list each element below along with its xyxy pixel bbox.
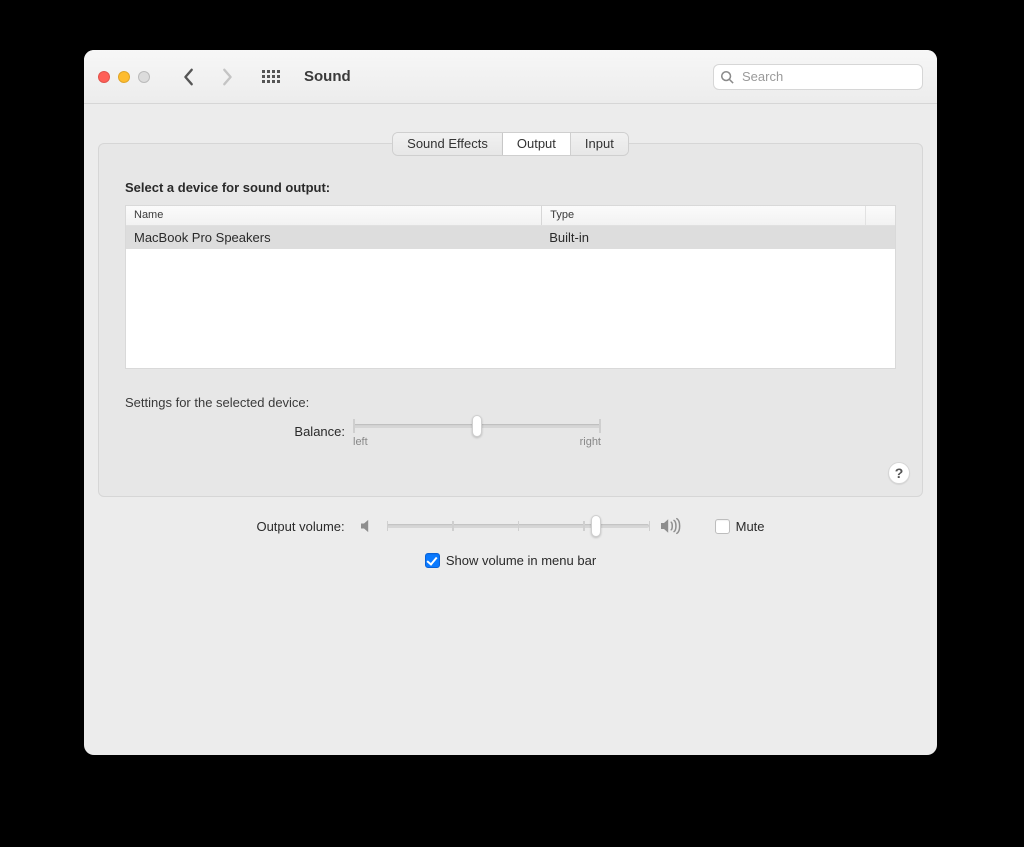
tab-group: Sound Effects Output Input [392, 132, 629, 156]
device-table-body: MacBook Pro Speakers Built-in [126, 226, 895, 368]
balance-left-label: left [353, 436, 368, 448]
chevron-right-icon [220, 68, 234, 86]
show-volume-menubar-checkbox[interactable] [425, 553, 440, 568]
balance-right-label: right [580, 436, 601, 448]
show-volume-menubar-label: Show volume in menu bar [446, 553, 596, 568]
window-zoom-button[interactable] [138, 71, 150, 83]
titlebar: Sound [84, 50, 937, 104]
window-close-button[interactable] [98, 71, 110, 83]
tab-input[interactable]: Input [571, 133, 628, 155]
output-volume-label: Output volume: [256, 519, 344, 534]
volume-max-icon [659, 517, 683, 535]
search-icon [720, 70, 734, 84]
device-table: Name Type MacBook Pro Speakers Built-in [125, 205, 896, 369]
mute-checkbox[interactable] [715, 519, 730, 534]
chevron-left-icon [182, 68, 196, 86]
output-panel: Select a device for sound output: Name T… [98, 143, 923, 497]
mute-label: Mute [736, 519, 765, 534]
nav-back-button[interactable] [176, 63, 202, 91]
output-volume-thumb[interactable] [591, 515, 601, 537]
window-title: Sound [304, 68, 351, 85]
mute-checkbox-wrap[interactable]: Mute [715, 519, 765, 534]
nav-forward-button[interactable] [214, 63, 240, 91]
select-device-heading: Select a device for sound output: [125, 180, 896, 195]
bottom-strip: Output volume: [98, 497, 923, 568]
device-row-type: Built-in [541, 229, 895, 246]
window-controls [98, 71, 150, 83]
column-header-type[interactable]: Type [541, 206, 865, 225]
help-button[interactable]: ? [888, 462, 910, 484]
output-volume-slider[interactable] [387, 524, 649, 528]
sound-preferences-window: Sound Sound Effects Output Input Select … [84, 50, 937, 755]
balance-slider-thumb[interactable] [472, 415, 482, 437]
content-area: Sound Effects Output Input Select a devi… [84, 104, 937, 755]
window-minimize-button[interactable] [118, 71, 130, 83]
tab-output[interactable]: Output [503, 133, 571, 155]
show-volume-menubar-wrap[interactable]: Show volume in menu bar [425, 553, 596, 568]
volume-min-icon [359, 518, 377, 534]
device-row-name: MacBook Pro Speakers [126, 229, 541, 246]
search-input[interactable] [713, 64, 923, 90]
tab-sound-effects[interactable]: Sound Effects [393, 133, 503, 155]
balance-label: Balance: [125, 424, 353, 439]
column-header-spacer [865, 206, 895, 225]
column-header-name[interactable]: Name [126, 206, 541, 225]
balance-slider[interactable] [353, 424, 601, 428]
show-all-prefs-button[interactable] [260, 66, 282, 88]
search-field-wrap [713, 64, 923, 90]
device-row[interactable]: MacBook Pro Speakers Built-in [126, 226, 895, 249]
selected-device-settings-heading: Settings for the selected device: [125, 395, 896, 410]
device-table-header: Name Type [126, 206, 895, 226]
